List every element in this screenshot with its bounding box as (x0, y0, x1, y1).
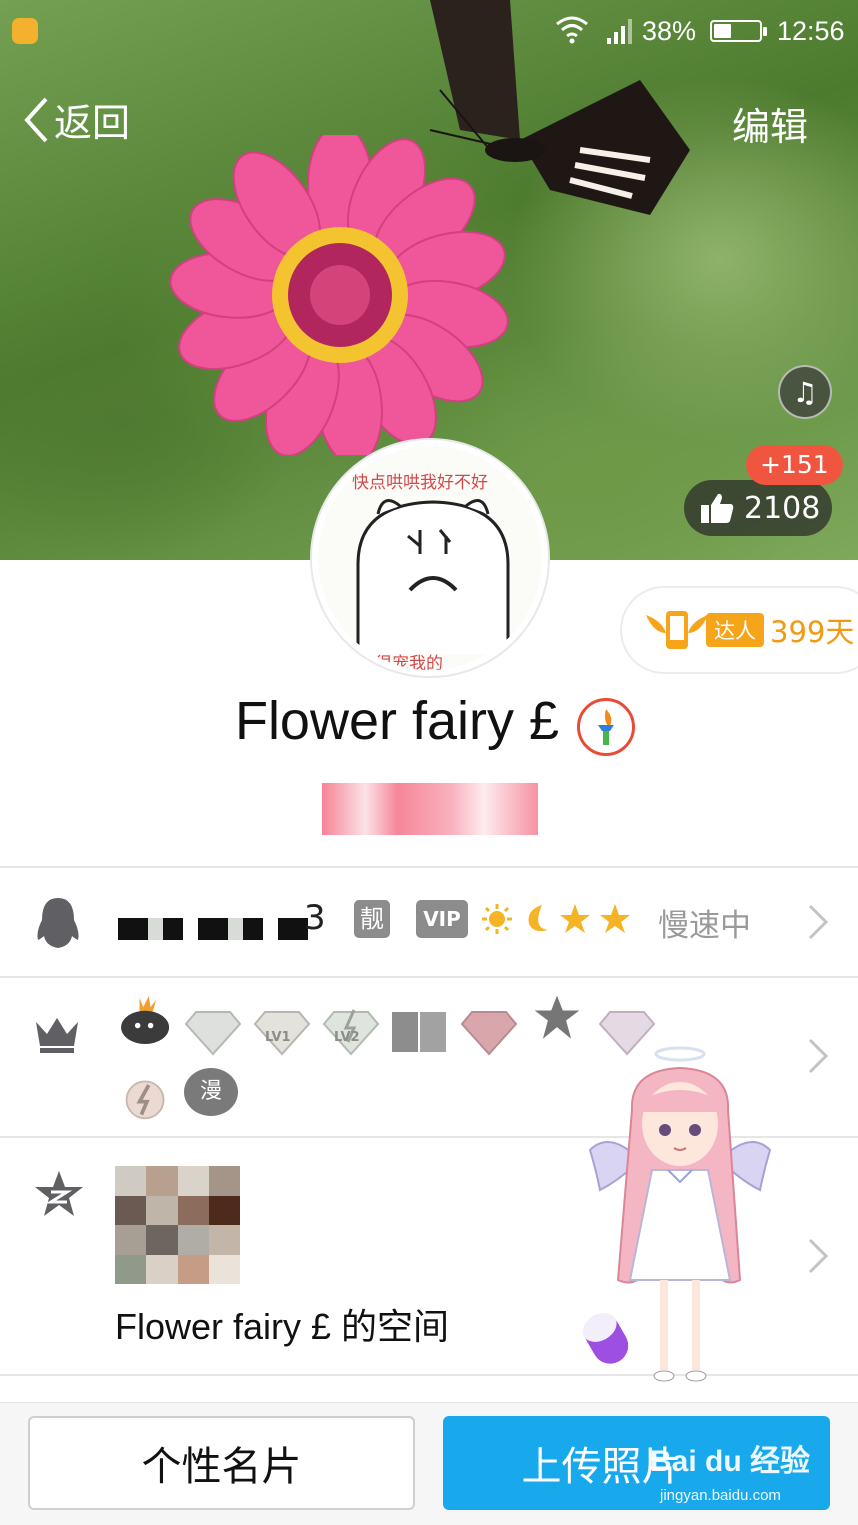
penguin-icon (37, 898, 79, 948)
ruby-icon (460, 1011, 518, 1056)
profile-name-row: Flower fairy £ (0, 690, 858, 752)
divider (0, 976, 858, 978)
speed-status: 慢速中 (658, 908, 751, 944)
app-notification-icon (12, 18, 38, 44)
back-button[interactable]: 返回 (22, 92, 130, 147)
qzone-thumbnail (115, 1166, 240, 1284)
avatar-caption-bottom: 前很宠我的 (358, 654, 443, 674)
edit-button[interactable]: 编辑 (732, 96, 808, 151)
divider (0, 866, 858, 868)
book-icon (392, 1012, 446, 1052)
blurred-signature (322, 783, 538, 835)
lv2-diamond-badge: LV2 (322, 1008, 380, 1060)
wifi-icon (556, 16, 588, 44)
new-likes-badge: +151 (746, 445, 843, 485)
music-button[interactable]: ♫ (778, 365, 832, 419)
lv2-label: LV2 (334, 1030, 360, 1045)
pretty-number-badge: 靓 (354, 900, 390, 938)
signal-icon (607, 19, 632, 44)
battery-icon (710, 20, 767, 42)
vip-badge: VIP (416, 900, 468, 938)
star-icon (560, 904, 590, 933)
talent-tag: 达人 (706, 613, 764, 647)
battery-percent: 38% (642, 16, 697, 46)
talent-badge[interactable]: 达人 399天 (620, 586, 858, 674)
like-button[interactable]: 2108 (684, 480, 832, 536)
music-note-icon: ♫ (792, 375, 818, 409)
talent-days: 399天 (770, 615, 855, 649)
thumbs-up-icon (701, 493, 734, 523)
qzone-star-icon (35, 1171, 83, 1216)
lightning-headphone-icon (125, 1080, 165, 1120)
sun-icon (482, 904, 512, 934)
battery-fill (714, 24, 731, 38)
chevron-left-icon (24, 97, 48, 142)
avatar[interactable]: 快点哄哄我好不好 前很宠我的 (312, 440, 548, 676)
angel-pet-avatar[interactable] (560, 1040, 790, 1400)
clock: 12:56 (777, 16, 845, 46)
chevron-right-icon (808, 1238, 829, 1274)
watermark-brand: Bai du 经验 (650, 1445, 811, 1478)
qq-number-masked: 3 (118, 898, 328, 946)
back-label: 返回 (54, 101, 131, 145)
diamond-icon (184, 1011, 242, 1056)
star-badge-icon (534, 995, 580, 1039)
star-icon (600, 904, 630, 933)
lv1-diamond-badge: LV1 (253, 1008, 311, 1060)
chevron-right-icon (808, 904, 829, 940)
penguin-crown-icon (121, 996, 170, 1044)
profile-name: Flower fairy £ (234, 691, 560, 751)
like-total: 2108 (744, 490, 821, 526)
personal-card-button[interactable]: 个性名片 (28, 1416, 415, 1510)
sad-bear-image (356, 499, 510, 654)
moon-icon (528, 905, 548, 932)
status-bar: 38% 12:56 (0, 10, 858, 54)
winged-phone-icon (646, 611, 708, 649)
torch-icon[interactable] (577, 698, 635, 756)
chevron-right-icon (808, 1038, 829, 1074)
lv1-label: LV1 (265, 1030, 291, 1045)
watermark-url: jingyan.baidu.com (660, 1487, 781, 1504)
qzone-title: Flower fairy £ 的空间 (115, 1306, 450, 1347)
crown-icon (36, 1018, 78, 1053)
qq-number-tail: 3 (304, 898, 326, 938)
manga-badge: 漫 (184, 1068, 238, 1116)
number-mask (118, 918, 308, 940)
